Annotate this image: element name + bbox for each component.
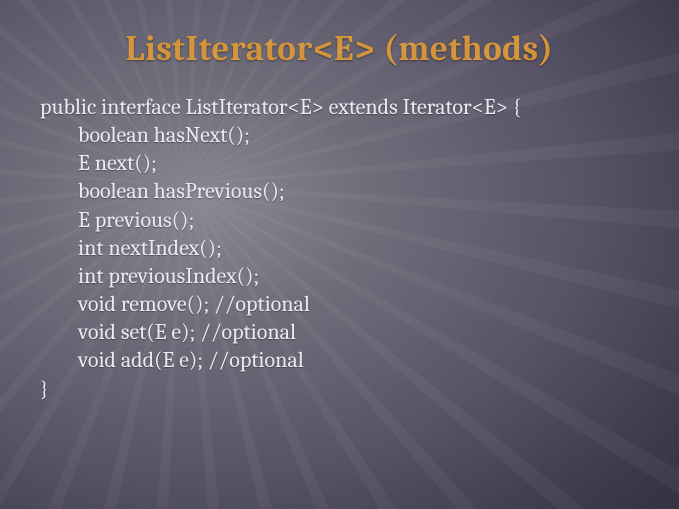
code-line: E previous(); <box>78 206 639 234</box>
code-line: boolean hasPrevious(); <box>78 177 639 205</box>
code-line: int nextIndex(); <box>78 234 639 262</box>
slide-title: ListIterator<E> (methods) <box>40 28 639 69</box>
code-line: void set(E e); //optional <box>78 318 639 346</box>
code-line: E next(); <box>78 149 639 177</box>
slide: ListIterator<E> (methods) public interfa… <box>0 0 679 509</box>
interface-close: } <box>40 375 639 403</box>
code-line: int previousIndex(); <box>78 262 639 290</box>
interface-declaration: public interface ListIterator<E> extends… <box>40 93 639 121</box>
code-block: public interface ListIterator<E> extends… <box>40 93 639 403</box>
code-line: void remove(); //optional <box>78 290 639 318</box>
code-line: boolean hasNext(); <box>78 121 639 149</box>
code-line: void add(E e); //optional <box>78 346 639 374</box>
